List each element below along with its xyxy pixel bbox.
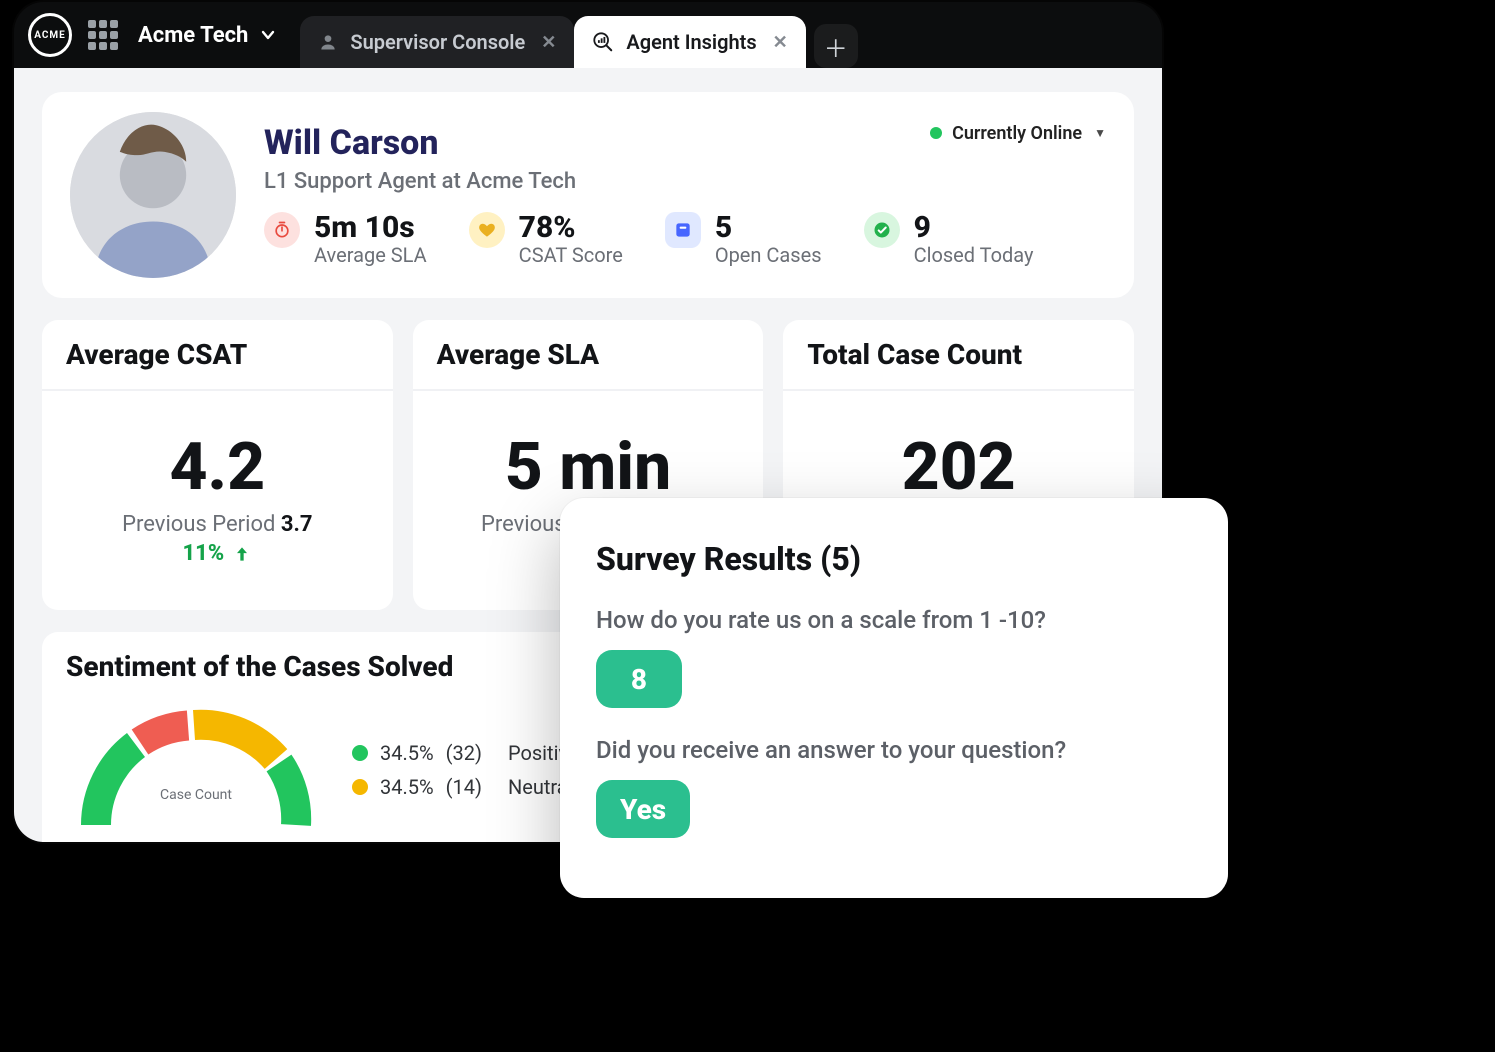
- agent-profile-card: Will Carson L1 Support Agent at Acme Tec…: [42, 92, 1134, 298]
- top-bar: ACME Acme Tech Supervisor Console ✕: [14, 2, 1162, 68]
- avatar: [70, 112, 236, 278]
- survey-title: Survey Results (5): [596, 540, 1192, 578]
- tab-label: Agent Insights: [626, 30, 756, 54]
- survey-answer-badge: Yes: [596, 780, 690, 838]
- case-icon: [665, 212, 701, 248]
- kpi-value: 5 min: [437, 429, 740, 506]
- stat-value: 5m 10s: [314, 212, 427, 244]
- arrow-up-icon: [232, 544, 252, 564]
- status-dot-icon: [930, 127, 942, 139]
- stat-label: Open Cases: [715, 243, 822, 267]
- legend-item: 34.5% (14): [352, 775, 482, 799]
- person-icon: [318, 32, 338, 52]
- status-label: Currently Online: [952, 123, 1082, 144]
- stat-average-sla: 5m 10s Average SLA: [264, 212, 427, 268]
- legend-dot-icon: [352, 779, 368, 795]
- survey-question: How do you rate us on a scale from 1 -10…: [596, 606, 1192, 634]
- chevron-down-icon: [260, 27, 276, 43]
- gauge-center-label: Case Count: [160, 787, 232, 803]
- kpi-delta: 11%: [182, 541, 252, 566]
- kpi-value: 202: [807, 429, 1110, 506]
- sentiment-legend: 34.5% (32) 34.5% (14): [352, 741, 482, 799]
- stat-closed-today: 9 Closed Today: [864, 212, 1034, 268]
- workspace-picker[interactable]: Acme Tech: [138, 23, 276, 48]
- heart-icon: [469, 212, 505, 248]
- brand-logo[interactable]: ACME: [28, 13, 72, 57]
- caret-down-icon: ▼: [1094, 126, 1106, 140]
- kpi-title: Total Case Count: [783, 320, 1134, 391]
- agent-role: L1 Support Agent at Acme Tech: [264, 169, 576, 194]
- legend-dot-icon: [352, 745, 368, 761]
- tab-agent-insights[interactable]: Agent Insights ✕: [574, 16, 805, 68]
- agent-name: Will Carson: [264, 123, 576, 163]
- stat-value: 78%: [519, 212, 623, 244]
- check-circle-icon: [864, 212, 900, 248]
- kpi-previous: Previous Period 3.7: [66, 512, 369, 537]
- kpi-title: Average SLA: [413, 320, 764, 391]
- close-icon[interactable]: ✕: [773, 32, 788, 53]
- brand-logo-text: ACME: [34, 30, 66, 41]
- close-icon[interactable]: ✕: [541, 32, 556, 53]
- stat-label: Closed Today: [914, 243, 1034, 267]
- survey-results-panel: Survey Results (5) How do you rate us on…: [560, 498, 1228, 898]
- survey-answer-badge: 8: [596, 650, 682, 708]
- kpi-title: Average CSAT: [42, 320, 393, 391]
- legend-item: 34.5% (32): [352, 741, 482, 765]
- tab-supervisor-console[interactable]: Supervisor Console ✕: [300, 16, 574, 68]
- app-launcher-icon[interactable]: [88, 20, 118, 50]
- stopwatch-icon: [264, 212, 300, 248]
- stat-label: CSAT Score: [519, 243, 623, 267]
- new-tab-button[interactable]: ＋: [814, 24, 858, 68]
- stat-csat-score: 78% CSAT Score: [469, 212, 623, 268]
- tab-bar: Supervisor Console ✕ Agent Insights ✕ ＋: [300, 2, 857, 68]
- sentiment-gauge: Case Count: [66, 695, 326, 842]
- stat-label: Average SLA: [314, 243, 427, 267]
- tab-label: Supervisor Console: [350, 30, 525, 54]
- stat-value: 5: [715, 212, 822, 244]
- profile-stats: 5m 10s Average SLA 78% CSAT Score: [264, 212, 1106, 268]
- kpi-value: 4.2: [66, 429, 369, 506]
- analytics-search-icon: [592, 31, 614, 53]
- kpi-average-csat: Average CSAT 4.2 Previous Period 3.7 11%: [42, 320, 393, 610]
- stat-open-cases: 5 Open Cases: [665, 212, 822, 268]
- status-picker[interactable]: Currently Online ▼: [930, 123, 1106, 144]
- workspace-name: Acme Tech: [138, 23, 248, 48]
- survey-question: Did you receive an answer to your questi…: [596, 736, 1192, 764]
- stat-value: 9: [914, 212, 1034, 244]
